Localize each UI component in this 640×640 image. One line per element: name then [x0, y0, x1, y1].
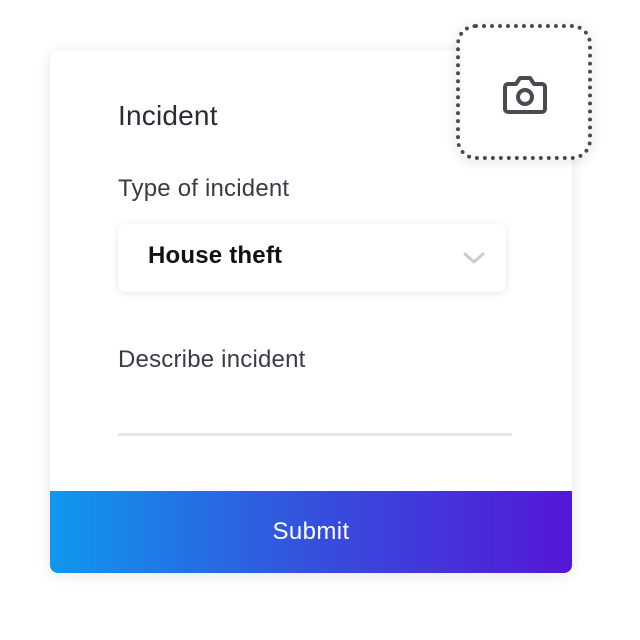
describe-incident-label: Describe incident	[118, 346, 306, 373]
chevron-down-icon	[463, 252, 485, 264]
camera-icon	[503, 76, 547, 114]
incident-type-value: House theft	[148, 242, 283, 269]
photo-upload-dropzone[interactable]	[456, 24, 592, 160]
type-of-incident-label: Type of incident	[118, 175, 290, 202]
incident-type-select[interactable]: House theft	[118, 224, 506, 292]
describe-incident-input[interactable]	[118, 380, 512, 436]
form-title: Incident	[118, 100, 218, 131]
submit-button[interactable]: Submit	[50, 491, 572, 573]
